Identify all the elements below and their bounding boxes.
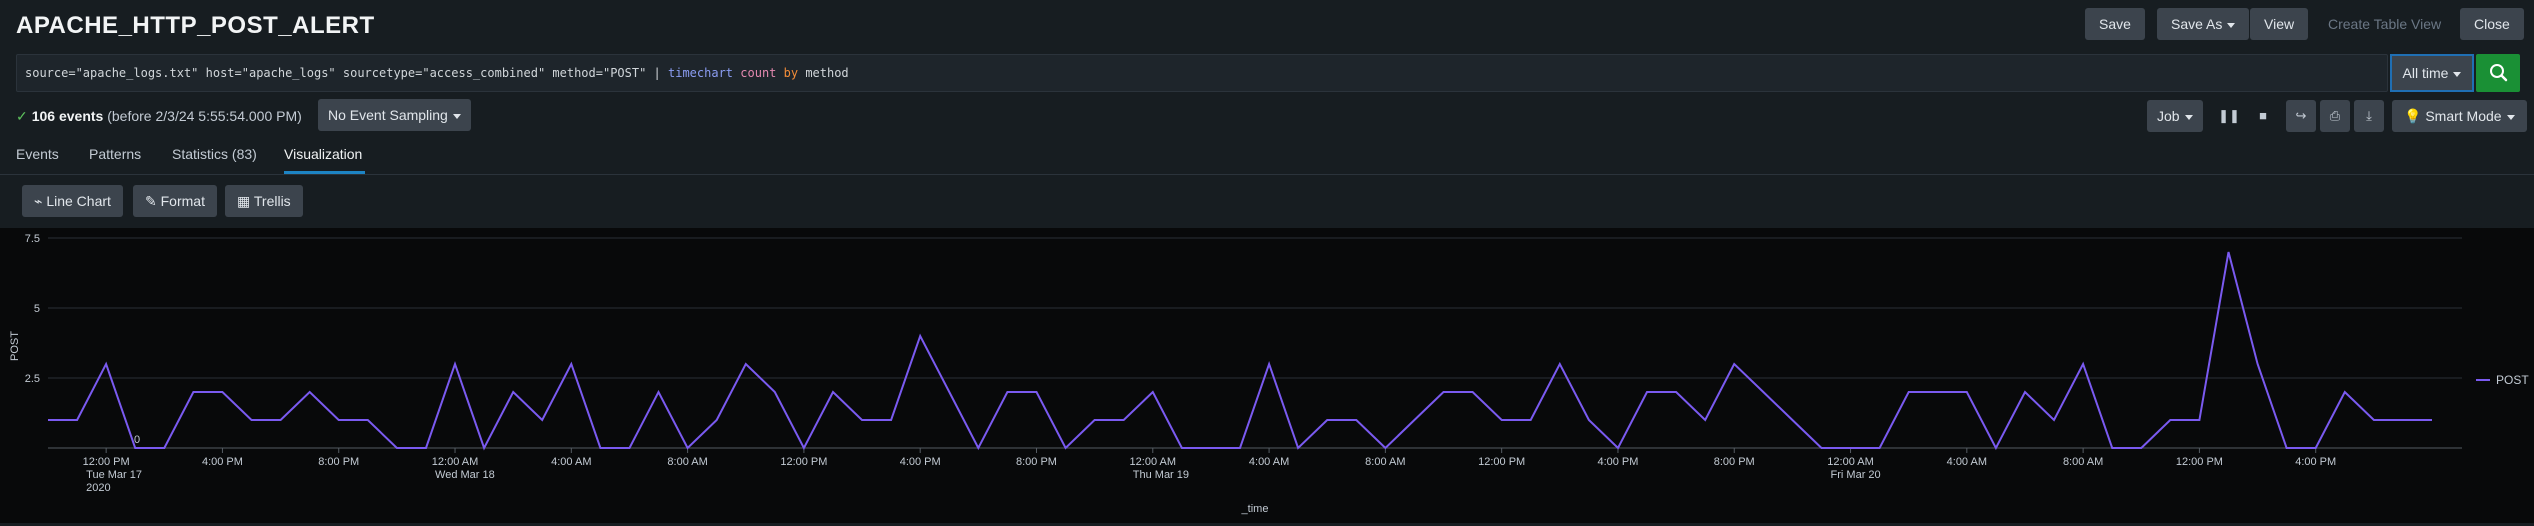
pause-button[interactable]: ❚❚ (2214, 100, 2244, 132)
x-tick-label: 12:00 AM (432, 456, 478, 468)
x-tick-date-label: 2020 (86, 482, 110, 494)
chevron-down-icon (2506, 114, 2515, 120)
pause-icon: ❚❚ (2218, 108, 2240, 123)
x-tick-label: 12:00 PM (780, 456, 827, 468)
event-count: 106 events (31, 108, 104, 124)
series-line-post (48, 251, 2432, 451)
export-icon: ⤓ (2366, 108, 2372, 123)
save-button[interactable]: Save (2085, 8, 2145, 40)
trellis-button[interactable]: ▦ Trellis (225, 185, 303, 217)
x-tick-label: 8:00 AM (1365, 456, 1405, 468)
y-tick-label: 2.5 (25, 373, 40, 385)
line-chart: 2.557.5 12:00 PMTue Mar 1720204:00 PM 8:0… (9, 233, 2529, 515)
event-range: (before 2/3/24 5:55:54.000 PM) (107, 108, 302, 124)
x-tick-date-label: Fri Mar 20 (1831, 469, 1881, 481)
x-tick-date-label: Tue Mar 17 (86, 469, 142, 481)
y-tick-label: 5 (34, 303, 40, 315)
x-tick-label: 8:00 PM (1016, 456, 1057, 468)
visualization-toolbar: ⌁ Line Chart ✎ Format ▦ Trellis (0, 175, 2534, 227)
x-tick-label: 8:00 PM (318, 456, 359, 468)
tab-events[interactable]: Events (16, 146, 59, 162)
x-tick-date-label: Thu Mar 19 (1133, 469, 1189, 481)
chevron-down-icon (2227, 22, 2236, 28)
query-text: source="apache_logs.txt" host="apache_lo… (25, 66, 668, 80)
save-as-button[interactable]: Save As (2157, 8, 2250, 40)
share-icon: ↪ (2295, 108, 2307, 123)
query-operator: by (783, 66, 799, 80)
job-label: Job (2157, 108, 2180, 124)
print-button[interactable]: ⎙ (2320, 100, 2350, 132)
close-button[interactable]: Close (2460, 8, 2524, 40)
legend-item-post[interactable]: POST (2496, 373, 2529, 387)
active-tab-indicator (284, 171, 365, 174)
pencil-icon: ✎ (145, 193, 157, 209)
x-tick-label: 4:00 PM (202, 456, 243, 468)
query-function: count (740, 66, 777, 80)
tab-visualization[interactable]: Visualization (284, 146, 362, 162)
share-button[interactable]: ↪ (2286, 100, 2316, 132)
stop-icon: ■ (2259, 108, 2267, 123)
bulb-icon: 💡 (2404, 108, 2422, 124)
search-icon (2490, 64, 2508, 82)
x-tick-date-label: Wed Mar 18 (435, 469, 495, 481)
format-label: Format (160, 193, 205, 209)
print-icon: ⎙ (2329, 108, 2341, 123)
y-tick-label: 7.5 (25, 233, 40, 245)
tab-patterns[interactable]: Patterns (89, 146, 141, 162)
stop-button[interactable]: ■ (2248, 100, 2278, 132)
chart-panel: 2.5 5 7.5 12:00 PM Tue Mar 17 2020 4:00 PM 8:0… (0, 228, 2534, 523)
search-input[interactable]: source="apache_logs.txt" host="apache_lo… (16, 54, 2388, 92)
x-tick-label: 8:00 PM (1714, 456, 1755, 468)
line-chart-icon: ⌁ (34, 193, 43, 209)
checkmark-icon: ✓ (16, 108, 28, 124)
trellis-icon: ▦ (237, 193, 251, 209)
x-tick-label: 4:00 AM (1947, 456, 1987, 468)
event-sampling-label: No Event Sampling (328, 107, 448, 123)
x-tick-label: 4:00 AM (1249, 456, 1289, 468)
event-status: ✓ 106 events (before 2/3/24 5:55:54.000 P… (16, 108, 302, 125)
x-tick-label: 8:00 AM (667, 456, 707, 468)
chevron-down-icon (2184, 114, 2193, 120)
y-axis-label: POST (9, 331, 21, 361)
chevron-down-icon (2453, 71, 2462, 77)
chart-annotation: 0 (134, 434, 140, 446)
search-mode-label: Smart Mode (2425, 108, 2502, 124)
x-tick-label: 12:00 PM (83, 456, 130, 468)
x-tick-label: 4:00 PM (2295, 456, 2336, 468)
x-tick-label: 12:00 AM (1827, 456, 1873, 468)
query-command: timechart (668, 66, 734, 80)
line-chart-button[interactable]: ⌁ Line Chart (22, 185, 123, 217)
search-mode-dropdown[interactable]: 💡 Smart Mode (2392, 100, 2527, 132)
view-button[interactable]: View (2250, 8, 2309, 40)
x-tick-label: 8:00 AM (2063, 456, 2103, 468)
x-tick-label: 12:00 AM (1130, 456, 1176, 468)
search-button[interactable] (2476, 54, 2520, 92)
x-tick-label: 4:00 PM (900, 456, 941, 468)
time-range-picker[interactable]: All time (2390, 54, 2474, 92)
x-tick-label: 4:00 AM (551, 456, 591, 468)
x-tick-label: 12:00 PM (1478, 456, 1525, 468)
x-tick-label: 12:00 PM (2176, 456, 2223, 468)
query-field: method (805, 66, 849, 80)
save-as-label: Save As (2171, 16, 2223, 32)
create-table-view-button[interactable]: Create Table View (2314, 8, 2455, 40)
event-sampling-dropdown[interactable]: No Event Sampling (318, 99, 471, 131)
page-title: APACHE_HTTP_POST_ALERT (16, 12, 375, 39)
chevron-down-icon (452, 113, 461, 119)
x-tick-label: 4:00 PM (1597, 456, 1638, 468)
line-chart-label: Line Chart (46, 193, 111, 209)
tab-statistics[interactable]: Statistics (83) (172, 146, 257, 162)
results-tabs: Events Patterns Statistics (83) Visualiz… (0, 140, 2534, 175)
x-axis-label: _time (1241, 503, 1269, 515)
job-menu[interactable]: Job (2147, 100, 2203, 132)
trellis-label: Trellis (253, 193, 291, 209)
export-button[interactable]: ⤓ (2354, 100, 2384, 132)
app-header: APACHE_HTTP_POST_ALERT Save Save As View… (0, 0, 2534, 52)
time-range-label: All time (2402, 65, 2449, 81)
format-button[interactable]: ✎ Format (133, 185, 217, 217)
